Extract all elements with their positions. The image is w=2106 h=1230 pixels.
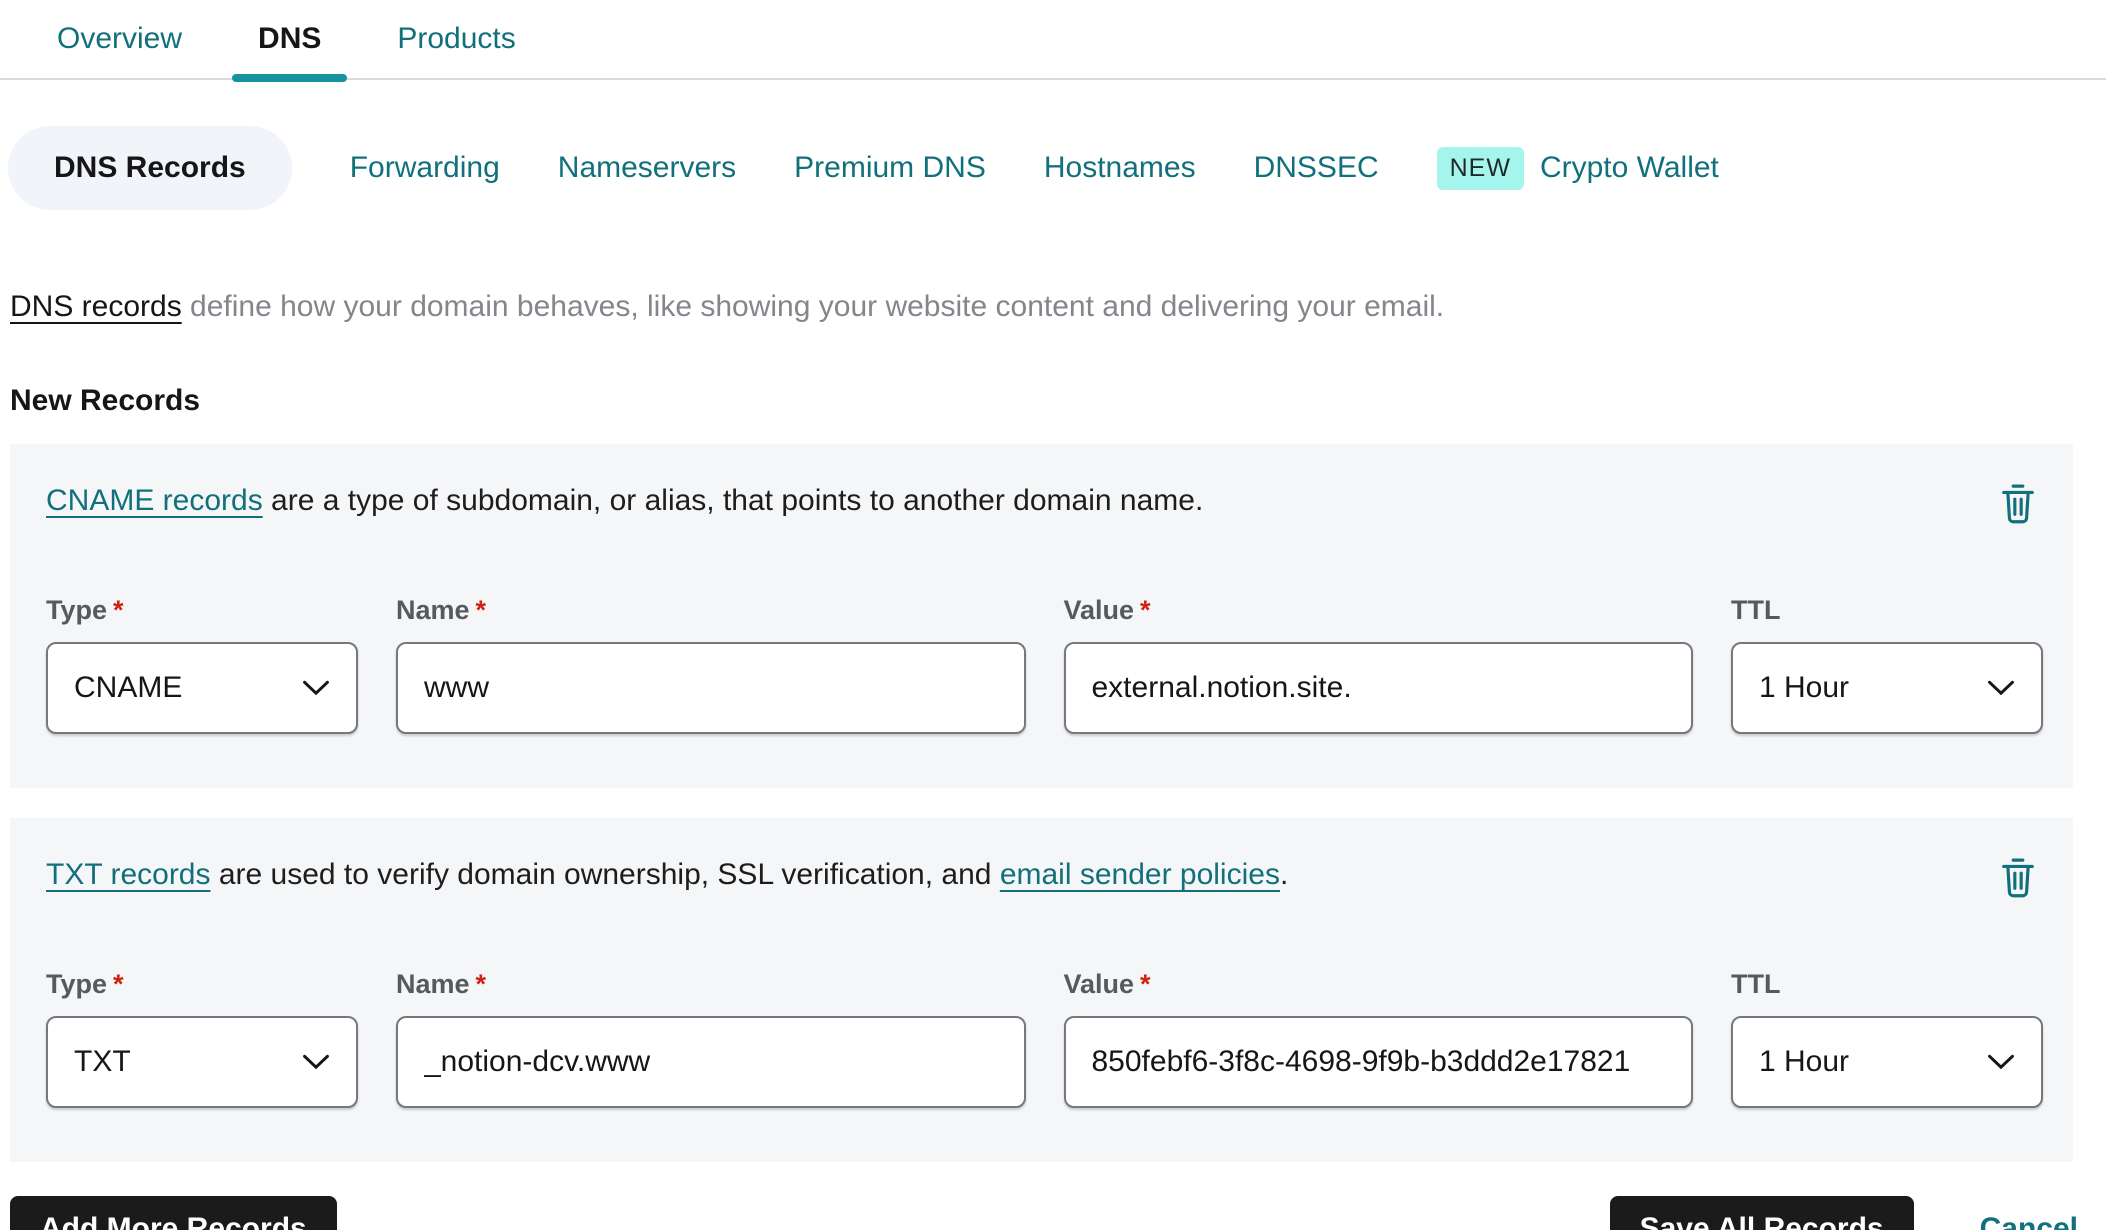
txt-name-field: Name * (396, 969, 1026, 1108)
type-label: Type * (46, 595, 124, 625)
subtab-forwarding[interactable]: Forwarding (350, 151, 500, 185)
cname-ttl-field: TTL 1 Hour (1731, 595, 2043, 734)
subtab-crypto-wallet[interactable]: NEW Crypto Wallet (1436, 146, 1719, 190)
cname-records-link[interactable]: CNAME records (46, 484, 263, 517)
txt-description-end: . (1279, 858, 1289, 891)
footer-actions: Add More Records Save All Records Cancel (10, 1196, 2078, 1230)
cname-record-card: CNAME records are a type of subdomain, o… (10, 444, 2073, 788)
chevron-down-icon (1988, 1054, 2014, 1070)
required-asterisk: * (1140, 595, 1151, 625)
name-label: Name * (396, 969, 487, 999)
cname-type-field: Type * CNAME (46, 595, 358, 734)
cname-name-input[interactable] (396, 642, 1026, 734)
subtab-crypto-wallet-label: Crypto Wallet (1539, 151, 1719, 184)
new-badge: NEW (1436, 146, 1524, 190)
cname-value-input[interactable] (1063, 642, 1693, 734)
cname-card-header: CNAME records are a type of subdomain, o… (46, 478, 2043, 533)
txt-ttl-value: 1 Hour (1759, 1045, 1850, 1078)
dns-management-page: Overview DNS Products DNS Records Forwar… (0, 0, 2106, 1230)
dns-subtab-bar: DNS Records Forwarding Nameservers Premi… (8, 126, 2106, 210)
txt-ttl-select[interactable]: 1 Hour (1731, 1016, 2043, 1108)
trash-icon (2002, 484, 2034, 524)
cname-type-select[interactable]: CNAME (46, 642, 358, 734)
cname-name-field: Name * (396, 595, 1026, 734)
cname-ttl-value: 1 Hour (1759, 671, 1850, 704)
email-sender-policies-link[interactable]: email sender policies (1000, 858, 1280, 891)
subtab-nameservers[interactable]: Nameservers (558, 151, 736, 185)
dns-intro-rest: define how your domain behaves, like sho… (181, 290, 1445, 323)
save-all-records-button[interactable]: Save All Records (1609, 1196, 1914, 1230)
trash-icon (2002, 858, 2034, 898)
required-asterisk: * (113, 595, 124, 625)
footer-right-actions: Save All Records Cancel (1609, 1196, 2078, 1230)
txt-ttl-field: TTL 1 Hour (1731, 969, 2043, 1108)
txt-description-mid: are used to verify domain ownership, SSL… (210, 858, 1000, 891)
new-records-heading: New Records (10, 384, 201, 417)
tab-overview[interactable]: Overview (57, 0, 182, 78)
required-asterisk: * (475, 595, 487, 625)
txt-type-value: TXT (74, 1045, 131, 1078)
chevron-down-icon (303, 1054, 329, 1070)
subtab-premium-dns[interactable]: Premium DNS (794, 151, 986, 185)
txt-record-fields: Type* TXT Name* Value* TTL 1 Hour (46, 969, 2043, 1108)
subtab-dnssec[interactable]: DNSSEC (1254, 151, 1379, 185)
tab-dns[interactable]: DNS (232, 0, 348, 82)
cname-record-description: CNAME records are a type of subdomain, o… (46, 478, 1203, 518)
ttl-label: TTL (1731, 969, 1781, 999)
required-asterisk: * (113, 969, 124, 999)
name-label: Name * (396, 595, 487, 625)
txt-record-description: TXT records are used to verify domain ow… (46, 852, 1288, 892)
txt-value-input[interactable] (1063, 1016, 1693, 1108)
txt-records-link[interactable]: TXT records (46, 858, 211, 891)
chevron-down-icon (303, 680, 329, 696)
subtab-hostnames[interactable]: Hostnames (1044, 151, 1196, 185)
txt-card-header: TXT records are used to verify domain ow… (46, 852, 2043, 907)
add-more-records-button[interactable]: Add More Records (10, 1196, 337, 1230)
required-asterisk: * (1140, 969, 1151, 999)
subtab-dns-records[interactable]: DNS Records (8, 126, 292, 210)
txt-name-input[interactable] (396, 1016, 1026, 1108)
dns-records-link[interactable]: DNS records (10, 290, 182, 323)
chevron-down-icon (1988, 680, 2014, 696)
cname-record-fields: Type* CNAME Name* Value* TTL 1 Hour (46, 595, 2043, 734)
txt-type-field: Type * TXT (46, 969, 358, 1108)
value-label: Value * (1063, 595, 1151, 625)
top-tab-bar: Overview DNS Products (0, 0, 2106, 82)
dns-intro-text: DNS records define how your domain behav… (10, 290, 2106, 324)
cname-ttl-select[interactable]: 1 Hour (1731, 642, 2043, 734)
cname-type-value: CNAME (74, 671, 183, 704)
tab-products[interactable]: Products (397, 0, 515, 78)
txt-type-select[interactable]: TXT (46, 1016, 358, 1108)
cname-description-rest: are a type of subdomain, or alias, that … (262, 484, 1204, 517)
delete-txt-record-button[interactable] (1993, 852, 2043, 907)
cname-value-field: Value * (1063, 595, 1693, 734)
cancel-link[interactable]: Cancel (1980, 1212, 2078, 1230)
required-asterisk: * (475, 969, 487, 999)
value-label: Value * (1063, 969, 1151, 999)
ttl-label: TTL (1731, 595, 1781, 625)
txt-value-field: Value * (1063, 969, 1693, 1108)
delete-cname-record-button[interactable] (1993, 478, 2043, 533)
type-label: Type * (46, 969, 124, 999)
txt-record-card: TXT records are used to verify domain ow… (10, 818, 2073, 1162)
